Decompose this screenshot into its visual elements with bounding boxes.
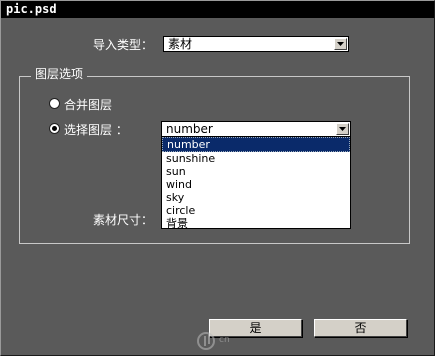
layer-select-value: number	[166, 122, 213, 136]
dialog-window: pic.psd 导入类型： 素材 图层选项 合并图层 选择图层 ： number…	[0, 0, 435, 356]
chevron-down-icon[interactable]	[336, 123, 349, 135]
asset-size-label: 素材尺寸：	[93, 213, 154, 227]
import-type-value: 素材	[168, 37, 193, 51]
no-button[interactable]: 否	[314, 319, 407, 337]
dropdown-option[interactable]: wind	[162, 178, 350, 191]
dropdown-option[interactable]: circle	[162, 204, 350, 217]
merge-layers-radio[interactable]	[49, 98, 60, 109]
dropdown-option[interactable]: sky	[162, 191, 350, 204]
layer-select[interactable]: number	[161, 121, 351, 137]
select-layer-radio[interactable]	[49, 123, 60, 134]
import-type-select[interactable]: 素材	[163, 36, 349, 52]
dropdown-option[interactable]: number	[162, 137, 350, 152]
watermark-logo: cn	[197, 329, 237, 353]
import-type-label: 导入类型：	[93, 38, 154, 52]
watermark-text: cn	[219, 335, 230, 345]
merge-layers-label[interactable]: 合并图层	[64, 96, 112, 113]
title-bar[interactable]: pic.psd	[1, 1, 434, 18]
radio-selected-dot	[52, 126, 57, 131]
chevron-down-icon[interactable]	[334, 38, 347, 50]
dropdown-option[interactable]: 背景	[162, 217, 350, 230]
layer-dropdown-list[interactable]: number sunshine sun wind sky circle 背景	[161, 136, 351, 230]
dropdown-option[interactable]: sunshine	[162, 152, 350, 165]
window-title: pic.psd	[6, 2, 57, 16]
select-layer-label[interactable]: 选择图层 ：	[64, 121, 128, 138]
dropdown-option[interactable]: sun	[162, 165, 350, 178]
layer-options-title: 图层选项	[31, 65, 88, 82]
